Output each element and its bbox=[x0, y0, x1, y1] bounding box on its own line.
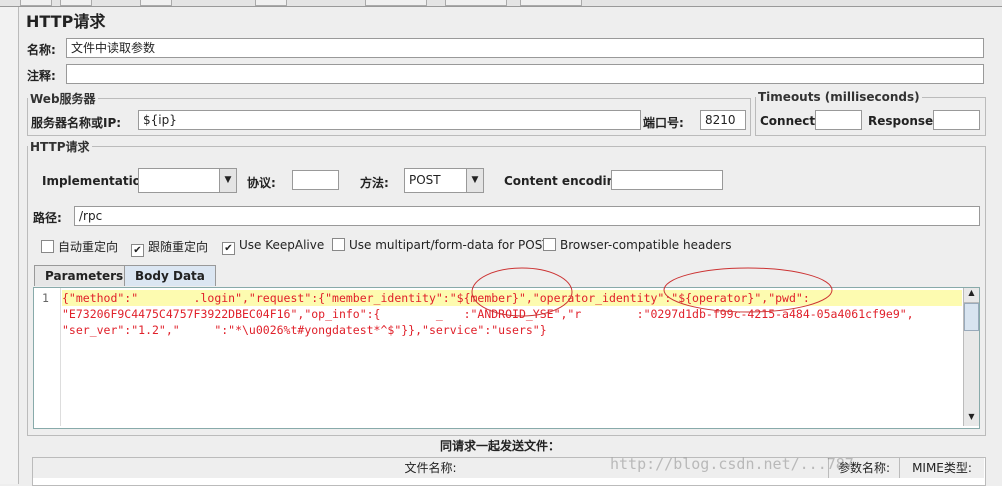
watermark: http://blog.csdn.net/...787 bbox=[610, 455, 854, 473]
annotation-circle bbox=[663, 267, 833, 313]
column-header-mime[interactable]: MIME类型: bbox=[900, 458, 984, 478]
files-title: 同请求一起发送文件： bbox=[440, 439, 561, 453]
annotation-circle bbox=[471, 267, 573, 317]
annotation-circles bbox=[471, 267, 833, 317]
